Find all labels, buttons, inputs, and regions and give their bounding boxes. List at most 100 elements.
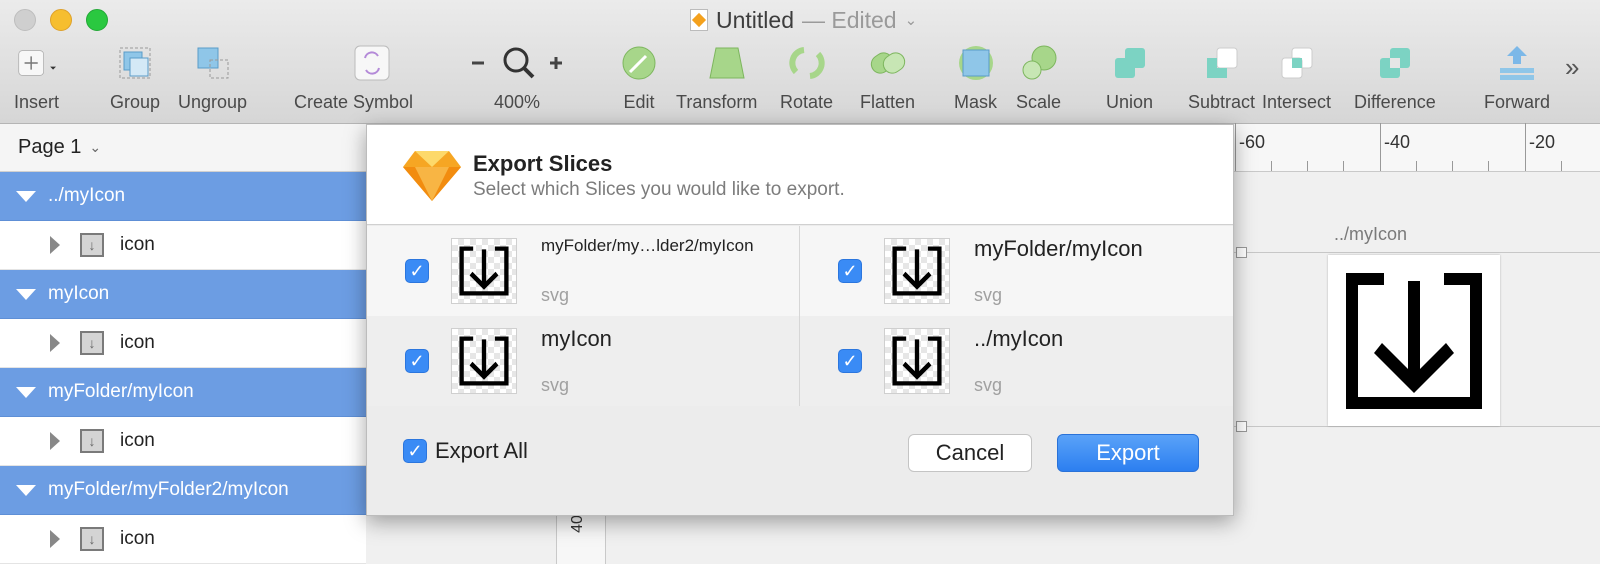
- transform-label: Transform: [676, 92, 758, 112]
- disclosure-triangle-icon[interactable]: [50, 530, 60, 548]
- export-all-toggle[interactable]: ✓ Export All: [403, 438, 528, 464]
- ruler-tick: [1488, 161, 1489, 171]
- union-label: Union: [1106, 92, 1154, 112]
- scale-label: Scale: [1016, 92, 1062, 112]
- zoom-control[interactable]: 400%: [470, 44, 564, 118]
- slice-checkbox[interactable]: ✓: [838, 259, 862, 283]
- difference-button[interactable]: Difference: [1354, 44, 1436, 118]
- selection-handle[interactable]: [1236, 421, 1247, 432]
- artboard-label[interactable]: ../myIcon: [1334, 224, 1407, 245]
- slice-thumbnail: [884, 238, 950, 304]
- create-symbol-button[interactable]: Create Symbol: [294, 44, 413, 118]
- page-selector[interactable]: Page 1 ⌄: [18, 136, 101, 159]
- layer-group-row[interactable]: ../myIcon: [0, 172, 366, 221]
- difference-icon: [1376, 44, 1414, 82]
- intersect-label: Intersect: [1262, 92, 1332, 112]
- mask-label: Mask: [954, 92, 998, 112]
- layer-name: myFolder/myFolder2/myIcon: [48, 479, 289, 500]
- subtract-button[interactable]: Subtract: [1188, 44, 1255, 118]
- slice-name: myIcon: [541, 326, 612, 351]
- ruler-tick: [1271, 161, 1272, 171]
- disclosure-triangle-icon[interactable]: [16, 484, 36, 496]
- group-button[interactable]: Group: [110, 44, 160, 118]
- slice-text: myFolder/myIcon svg: [974, 236, 1143, 306]
- slice-checkbox[interactable]: ✓: [405, 259, 429, 283]
- ruler-label: -60: [1239, 132, 1266, 152]
- layer-group-row[interactable]: myFolder/myFolder2/myIcon: [0, 466, 366, 515]
- forward-icon: [1498, 44, 1536, 82]
- disclosure-triangle-icon[interactable]: [16, 386, 36, 398]
- artboard[interactable]: [1328, 255, 1500, 426]
- slice-icon: ↓: [80, 429, 104, 453]
- slice-format: svg: [974, 285, 1003, 305]
- disclosure-triangle-icon[interactable]: [50, 334, 60, 352]
- disclosure-triangle-icon[interactable]: [16, 190, 36, 202]
- intersect-button[interactable]: Intersect: [1262, 44, 1331, 118]
- cancel-button[interactable]: Cancel: [908, 434, 1032, 472]
- insert-button[interactable]: Insert: [14, 44, 59, 118]
- disclosure-triangle-icon[interactable]: [16, 288, 36, 300]
- ruler-tick: [1343, 161, 1344, 171]
- export-all-checkbox[interactable]: ✓: [403, 439, 427, 463]
- ungroup-button[interactable]: Ungroup: [178, 44, 247, 118]
- page-name: Page 1: [18, 136, 82, 158]
- rotate-button[interactable]: Rotate: [780, 44, 833, 118]
- difference-label: Difference: [1354, 92, 1436, 112]
- layer-child-row[interactable]: ↓ icon: [0, 319, 366, 368]
- slice-item[interactable]: ✓ myFolder/my…lder2/myIcon svg: [367, 226, 800, 316]
- disclosure-triangle-icon[interactable]: [50, 236, 60, 254]
- rotate-label: Rotate: [780, 92, 834, 112]
- close-window-button[interactable]: [14, 9, 36, 31]
- disclosure-triangle-icon[interactable]: [50, 432, 60, 450]
- slice-item[interactable]: ✓ myIcon svg: [367, 316, 800, 406]
- slice-format: svg: [541, 285, 570, 305]
- minimize-window-button[interactable]: [50, 9, 72, 31]
- scale-button[interactable]: Scale: [1016, 44, 1061, 118]
- layer-child-row[interactable]: ↓ icon: [0, 515, 366, 564]
- layer-name: icon: [120, 234, 155, 255]
- flatten-button[interactable]: Flatten: [860, 44, 915, 118]
- ruler-label: 40: [568, 515, 586, 533]
- download-arrow-icon: [892, 246, 942, 296]
- slice-thumbnail: [451, 238, 517, 304]
- layer-name: ../myIcon: [48, 185, 126, 206]
- transform-button[interactable]: Transform: [676, 44, 757, 118]
- selection-handle[interactable]: [1236, 247, 1247, 258]
- edit-button[interactable]: Edit: [620, 44, 658, 118]
- layer-group-row[interactable]: myIcon: [0, 270, 366, 319]
- union-button[interactable]: Union: [1106, 44, 1153, 118]
- slice-checkbox[interactable]: ✓: [405, 349, 429, 373]
- layer-group-row[interactable]: myFolder/myIcon: [0, 368, 366, 417]
- mask-button[interactable]: Mask: [954, 44, 997, 118]
- layer-list: ../myIcon ↓ icon myIcon ↓ icon myFolder/…: [0, 172, 366, 564]
- layer-child-row[interactable]: ↓ icon: [0, 417, 366, 466]
- layer-child-row[interactable]: ↓ icon: [0, 221, 366, 270]
- scale-icon: [1020, 44, 1058, 82]
- horizontal-ruler[interactable]: -60 -40 -20: [1235, 123, 1600, 172]
- download-arrow-icon: [459, 336, 509, 386]
- slice-format: svg: [541, 375, 570, 395]
- forward-label: Forward: [1484, 92, 1551, 112]
- window-title[interactable]: Untitled — Edited ⌄: [690, 6, 917, 34]
- layer-name: icon: [120, 332, 155, 353]
- export-slices-dialog: Export Slices Select which Slices you wo…: [366, 124, 1234, 516]
- export-button[interactable]: Export: [1057, 434, 1199, 472]
- slice-thumbnail: [451, 328, 517, 394]
- slice-item[interactable]: ✓ myFolder/myIcon svg: [800, 226, 1233, 316]
- slice-grid: ✓ myFolder/my…lder2/myIcon svg ✓ myFolde…: [367, 226, 1233, 406]
- export-all-label: Export All: [435, 438, 528, 463]
- layer-name: icon: [120, 430, 155, 451]
- toolbar-overflow-icon[interactable]: »: [1565, 52, 1579, 83]
- forward-button[interactable]: Forward: [1484, 44, 1550, 118]
- slice-icon: ↓: [80, 527, 104, 551]
- mask-icon: [957, 44, 995, 82]
- group-icon: [116, 44, 154, 82]
- slice-checkbox[interactable]: ✓: [838, 349, 862, 373]
- chevron-down-icon: ⌄: [89, 139, 102, 155]
- ruler-tick: [1525, 123, 1526, 171]
- slice-name: ../myIcon: [974, 326, 1064, 351]
- flatten-icon: [869, 44, 907, 82]
- create-symbol-icon: [353, 44, 391, 82]
- slice-item[interactable]: ✓ ../myIcon svg: [800, 316, 1233, 406]
- maximize-window-button[interactable]: [86, 9, 108, 31]
